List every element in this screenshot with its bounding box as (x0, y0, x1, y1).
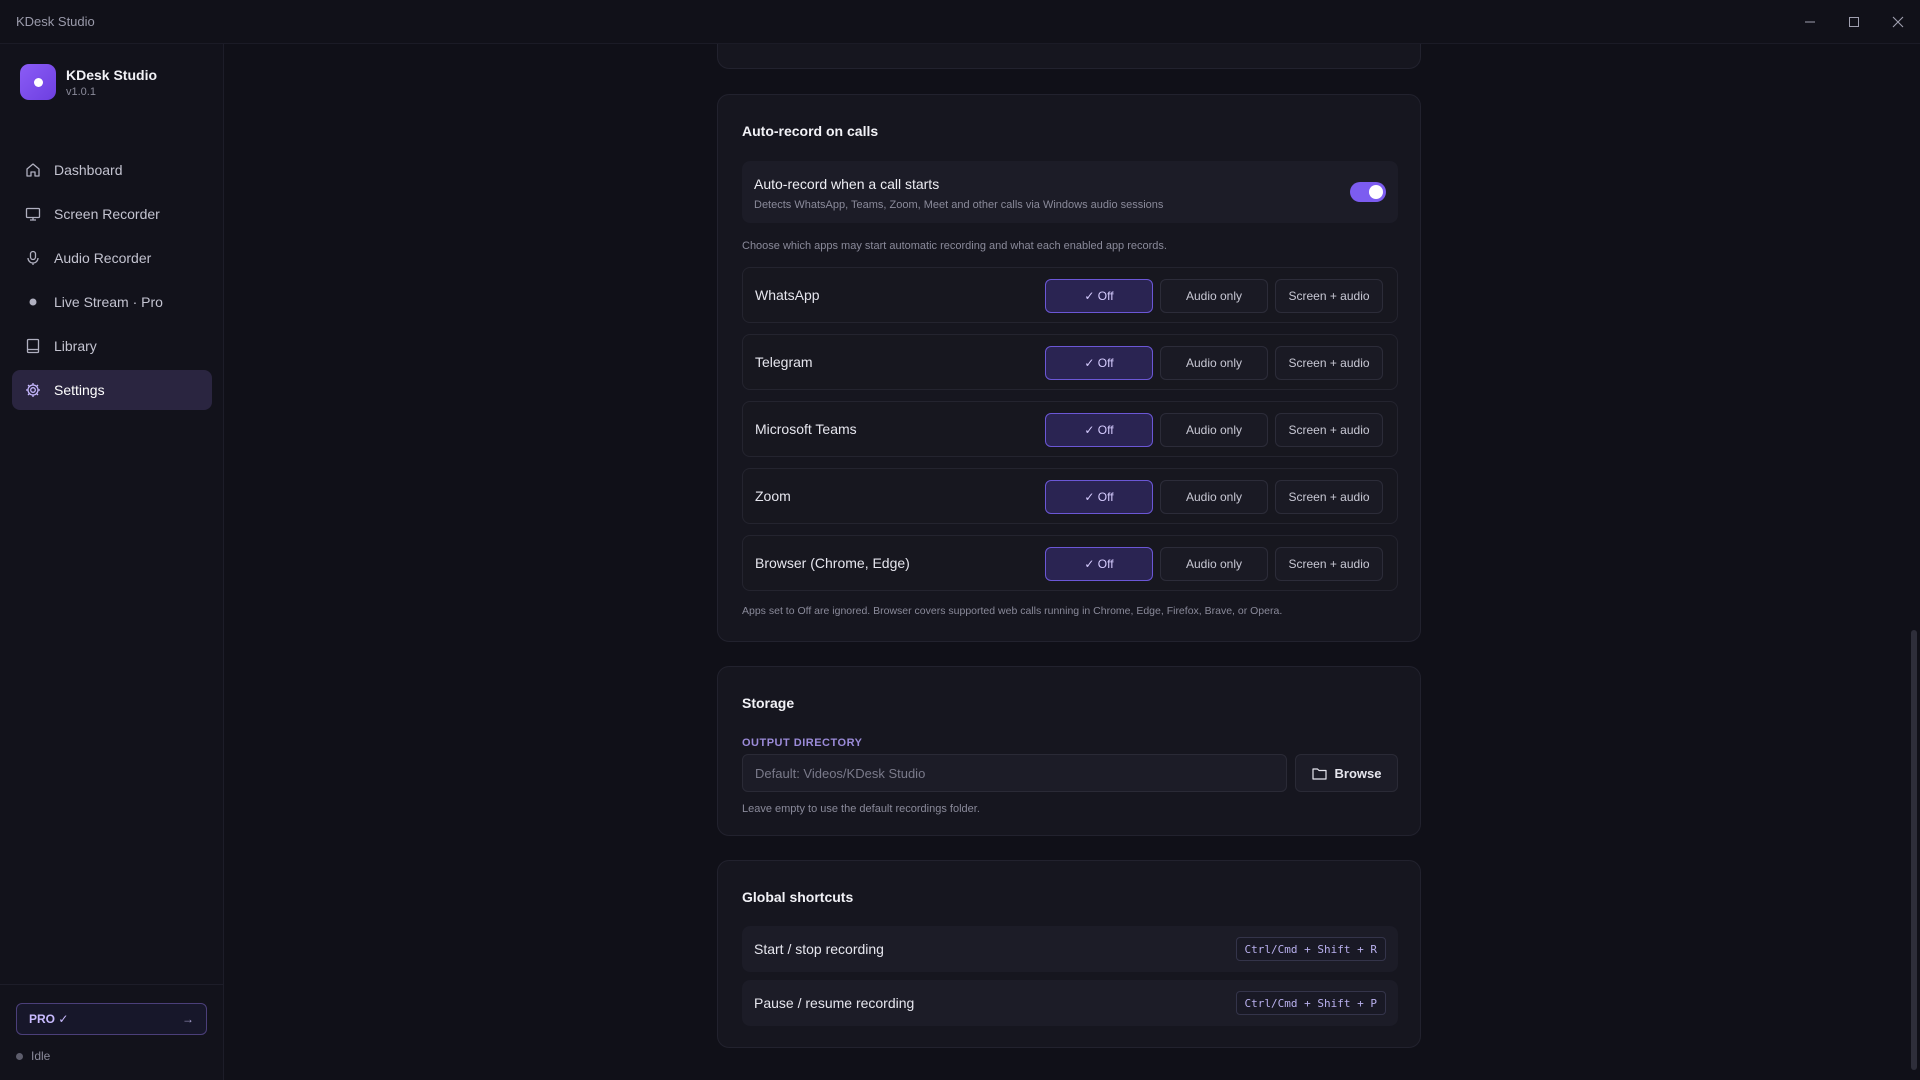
app-name: Browser (Chrome, Edge) (755, 555, 910, 571)
off-option-button[interactable]: ✓ Off (1045, 480, 1153, 514)
previous-settings-card (717, 44, 1421, 69)
status-dot-icon (16, 1052, 23, 1060)
pro-label: PRO ✓ (29, 1012, 69, 1026)
audio-only-option-button[interactable]: Audio only (1160, 413, 1268, 447)
sidebar-item-label: Library (54, 338, 97, 354)
sidebar-item-label: Live Stream · Pro (54, 294, 163, 310)
sidebar-item-label: Settings (54, 382, 105, 398)
app-name: Telegram (755, 354, 813, 370)
pro-button[interactable]: PRO ✓ → (16, 1003, 207, 1035)
sidebar-footer: PRO ✓ → Idle (0, 984, 224, 1080)
browse-button[interactable]: Browse (1295, 754, 1398, 792)
audio-only-option-button[interactable]: Audio only (1160, 279, 1268, 313)
apps-helper-text: Choose which apps may start automatic re… (742, 240, 1167, 252)
sidebar-item-screen-recorder[interactable]: Screen Recorder (12, 194, 212, 234)
auto-record-toggle-row: Auto-record when a call starts Detects W… (742, 161, 1398, 223)
storage-helper-text: Leave empty to use the default recording… (742, 803, 980, 815)
toggle-description: Detects WhatsApp, Teams, Zoom, Meet and … (754, 199, 1164, 211)
minimize-icon (1805, 21, 1815, 23)
off-option-button[interactable]: ✓ Off (1045, 547, 1153, 581)
sidebar-item-library[interactable]: Library (12, 326, 212, 366)
auto-record-switch[interactable] (1350, 182, 1386, 202)
shortcut-label: Start / stop recording (754, 941, 884, 957)
audio-only-option-button[interactable]: Audio only (1160, 346, 1268, 380)
shortcut-label: Pause / resume recording (754, 995, 915, 1011)
apps-footnote: Apps set to Off are ignored. Browser cov… (742, 605, 1283, 617)
app-row-whatsapp: WhatsApp ✓ Off Audio only Screen + audio (742, 267, 1398, 323)
screen-audio-option-button[interactable]: Screen + audio (1275, 547, 1383, 581)
app-logo-icon (20, 64, 56, 100)
off-option-button[interactable]: ✓ Off (1045, 413, 1153, 447)
auto-record-card: Auto-record on calls Auto-record when a … (717, 94, 1421, 642)
shortcut-keys[interactable]: Ctrl/Cmd + Shift + R (1235, 937, 1386, 961)
scrollbar-thumb[interactable] (1911, 630, 1917, 1070)
dot-icon (24, 293, 42, 311)
title-bar: KDesk Studio (0, 0, 1920, 44)
app-row-browser: Browser (Chrome, Edge) ✓ Off Audio only … (742, 535, 1398, 591)
off-option-button[interactable]: ✓ Off (1045, 346, 1153, 380)
toggle-title: Auto-record when a call starts (754, 176, 940, 192)
card-title: Global shortcuts (742, 889, 854, 905)
close-icon (1892, 16, 1904, 28)
recorder-status: Idle (16, 1049, 50, 1063)
app-name: Zoom (755, 488, 791, 504)
app-name: WhatsApp (755, 287, 820, 303)
card-title: Auto-record on calls (742, 123, 879, 139)
brand: KDesk Studio v1.0.1 (20, 64, 157, 100)
minimize-button[interactable] (1798, 10, 1822, 34)
scrollbar[interactable] (1906, 44, 1920, 1080)
book-icon (24, 337, 42, 355)
app-row-telegram: Telegram ✓ Off Audio only Screen + audio (742, 334, 1398, 390)
sidebar-item-settings[interactable]: Settings (12, 370, 212, 410)
card-title: Storage (742, 695, 795, 711)
global-shortcuts-card: Global shortcuts Start / stop recording … (717, 860, 1421, 1048)
microphone-icon (24, 249, 42, 267)
screen-audio-option-button[interactable]: Screen + audio (1275, 279, 1383, 313)
output-directory-label: OUTPUT DIRECTORY (742, 737, 863, 749)
sidebar-item-label: Audio Recorder (54, 250, 152, 266)
folder-icon (1311, 767, 1327, 780)
sidebar: KDesk Studio v1.0.1 Dashboard Screen Rec… (0, 44, 224, 1080)
brand-name: KDesk Studio (66, 66, 158, 83)
sidebar-item-dashboard[interactable]: Dashboard (12, 150, 212, 190)
screen-audio-option-button[interactable]: Screen + audio (1275, 413, 1383, 447)
app-row-zoom: Zoom ✓ Off Audio only Screen + audio (742, 468, 1398, 524)
audio-only-option-button[interactable]: Audio only (1160, 480, 1268, 514)
app-row-microsoft-teams: Microsoft Teams ✓ Off Audio only Screen … (742, 401, 1398, 457)
shortcut-keys[interactable]: Ctrl/Cmd + Shift + P (1235, 991, 1386, 1015)
off-option-button[interactable]: ✓ Off (1045, 279, 1153, 313)
status-text: Idle (31, 1049, 51, 1063)
sidebar-nav: Dashboard Screen Recorder Audio Recorder… (12, 150, 212, 414)
screen-audio-option-button[interactable]: Screen + audio (1275, 480, 1383, 514)
storage-card: Storage OUTPUT DIRECTORY Browse Leave em… (717, 666, 1421, 836)
maximize-icon (1849, 17, 1859, 27)
audio-only-option-button[interactable]: Audio only (1160, 547, 1268, 581)
shortcut-row-pause-resume: Pause / resume recording Ctrl/Cmd + Shif… (742, 980, 1398, 1026)
arrow-right-icon: → (182, 1012, 194, 1026)
sidebar-item-label: Dashboard (54, 162, 123, 178)
window-title: KDesk Studio (16, 14, 95, 29)
sidebar-item-live-stream[interactable]: Live Stream · Pro (12, 282, 212, 322)
monitor-icon (24, 205, 42, 223)
settings-content: Auto-record on calls Auto-record when a … (225, 44, 1920, 1080)
sidebar-item-audio-recorder[interactable]: Audio Recorder (12, 238, 212, 278)
home-icon (24, 161, 42, 179)
app-name: Microsoft Teams (755, 421, 857, 437)
sidebar-item-label: Screen Recorder (54, 206, 160, 222)
maximize-button[interactable] (1842, 10, 1866, 34)
gear-icon (24, 381, 42, 399)
browse-label: Browse (1334, 765, 1382, 781)
screen-audio-option-button[interactable]: Screen + audio (1275, 346, 1383, 380)
close-button[interactable] (1886, 10, 1910, 34)
shortcut-row-start-stop: Start / stop recording Ctrl/Cmd + Shift … (742, 926, 1398, 972)
brand-version: v1.0.1 (66, 85, 96, 98)
output-directory-input[interactable] (742, 754, 1287, 792)
